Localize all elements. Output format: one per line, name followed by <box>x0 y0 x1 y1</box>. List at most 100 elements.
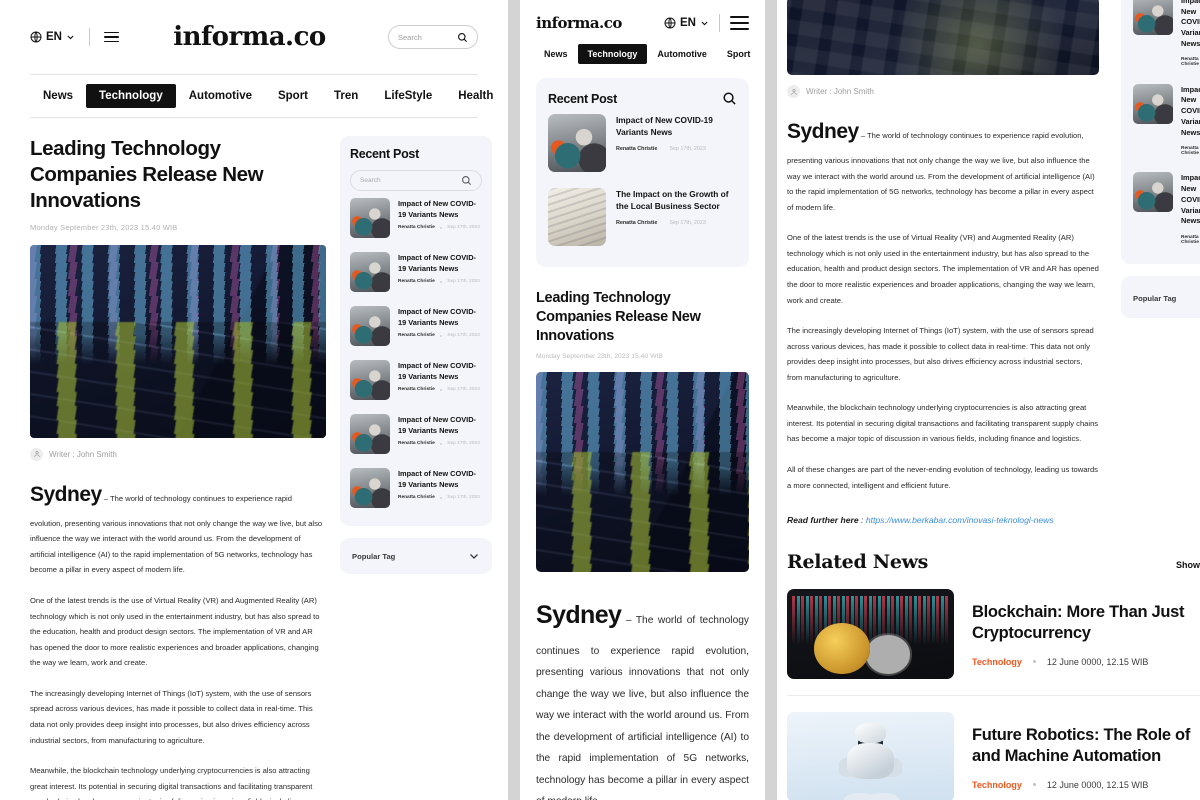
popular-tag-label: Popular Tag <box>1133 294 1177 304</box>
recent-post-author: Renatta Christie <box>1181 145 1199 156</box>
recent-post-item[interactable]: Impact of New COVID-19 Variants News Rena… <box>350 353 482 407</box>
chevron-down-icon[interactable] <box>468 550 480 562</box>
article-paragraph: All of these changes are part of the nev… <box>787 465 1098 490</box>
article-paragraph: The increasingly developing Internet of … <box>787 326 1094 382</box>
language-selector[interactable]: EN <box>664 17 709 29</box>
related-news-section: Related News Show Blockchain: More Than … <box>777 551 1200 800</box>
read-further-link[interactable]: https://www.berkabar.com/inovasi-teknolo… <box>866 515 1054 525</box>
category-nav: News Technology Automotive Sport <box>520 32 765 78</box>
recent-post-item[interactable]: Impact of New COVID-19 Variants News Rena… <box>1133 165 1200 254</box>
mobile-header: informa.co EN <box>520 0 765 32</box>
recent-post-date: Sep 17th, 2023 <box>669 219 706 226</box>
article-paragraph: One of the latest trends is the use of V… <box>30 596 320 668</box>
separator-dot <box>1032 660 1036 664</box>
nav-item-automotive[interactable]: Automotive <box>647 44 717 64</box>
recent-post-author: Renatta Christie <box>616 145 658 152</box>
related-news-category[interactable]: Technology <box>972 780 1022 790</box>
nav-item-sport[interactable]: Sport <box>717 44 761 64</box>
user-icon <box>33 451 40 458</box>
recent-post-title-text: The Impact on the Growth of the Local Bu… <box>616 189 729 212</box>
sidebar: Recent Post Search Impact of New COVID-1… <box>340 136 492 800</box>
sidebar-search-placeholder: Search <box>360 177 381 184</box>
recent-post-author: Renatta Christie <box>1181 57 1199 68</box>
recent-post-item[interactable]: Impact of New COVID-19 Variants News Rena… <box>1133 0 1200 77</box>
nav-item-health[interactable]: Health <box>445 84 506 108</box>
recent-post-item[interactable]: Impact of New COVID-19 Variants News Rena… <box>548 106 737 180</box>
recent-post-title-text: Impact of New COVID-19 Variants News <box>616 115 713 138</box>
content-columns: Writer : John Smith Sydney – The world o… <box>777 0 1200 525</box>
nav-item-tren[interactable]: Tren <box>321 84 371 108</box>
article-paragraph: Meanwhile, the blockchain technology und… <box>30 766 313 800</box>
related-news-item[interactable]: Blockchain: More Than Just Cryptocurrency… <box>787 573 1200 695</box>
mobile-viewport: informa.co EN News Technology Automotive Sp… <box>520 0 765 800</box>
recent-post-date: Sep 17th, 2023 <box>447 387 480 393</box>
menu-button[interactable] <box>730 16 749 30</box>
search-icon[interactable] <box>722 91 737 106</box>
nav-item-sport[interactable]: Sport <box>265 84 321 108</box>
related-news-title: Blockchain: More Than Just Cryptocurrency <box>972 602 1185 642</box>
recent-post-title-text: Impact of New COVID-19 Variants News <box>398 469 477 489</box>
recent-post-title-text: Impact of New COVID-19 Variants News <box>1181 84 1200 137</box>
popular-tag-card[interactable]: Popular Tag <box>340 538 492 574</box>
related-news-date: 12 June 0000, 12.15 WIB <box>1046 656 1149 667</box>
recent-post-date: Sep 17th, 2023 <box>447 225 480 231</box>
recent-post-title: Recent Post <box>548 91 617 106</box>
search-input[interactable]: Search <box>387 25 478 49</box>
show-all-button[interactable]: Show <box>1176 560 1200 570</box>
recent-post-thumbnail <box>350 306 390 346</box>
recent-post-author: Renatta Christie <box>398 333 435 339</box>
article-paragraph: One of the latest trends is the use of V… <box>787 233 1099 305</box>
separator-dot <box>439 334 443 338</box>
recent-post-author: Renatta Christie <box>398 495 435 501</box>
article-hero-image <box>536 371 749 572</box>
recent-post-author: Renatta Christie <box>398 441 435 447</box>
recent-post-item[interactable]: Impact of New COVID-19 Variants News Rena… <box>350 191 482 245</box>
recent-post-title-text: Impact of New COVID-19 Variants News <box>398 415 477 435</box>
nav-item-technology[interactable]: Technology <box>577 44 648 64</box>
nav-item-technology[interactable]: Technology <box>86 84 176 108</box>
site-logo[interactable]: informa.co <box>536 14 622 32</box>
read-further: Read further here : https://www.berkabar… <box>787 515 1054 526</box>
recent-post-thumbnail <box>350 414 390 454</box>
nav-item-food[interactable]: Food <box>506 84 508 108</box>
related-news-category[interactable]: Technology <box>972 657 1022 667</box>
dateline: Sydney <box>30 482 102 506</box>
menu-button[interactable] <box>103 31 119 43</box>
article-hero-image <box>30 244 326 438</box>
recent-post-item[interactable]: Impact of New COVID-19 Variants News Rena… <box>350 245 482 299</box>
nav-item-news[interactable]: News <box>30 84 86 108</box>
recent-post-date: Sep 17th, 2023 <box>447 333 480 339</box>
recent-post-item[interactable]: Impact of New COVID-19 Variants News Rena… <box>350 299 482 353</box>
avatar <box>787 85 800 98</box>
recent-post-title-text: Impact of New COVID-19 Variants News <box>398 307 477 327</box>
recent-post-item[interactable]: Impact of New COVID-19 Variants News Rena… <box>350 407 482 461</box>
nav-item-news[interactable]: News <box>534 44 578 64</box>
nav-item-automotive[interactable]: Automotive <box>176 84 265 108</box>
popular-tag-card[interactable]: Popular Tag <box>1121 276 1200 319</box>
related-news-title: Future Robotics: The Role of and Machine … <box>972 725 1191 765</box>
recent-post-item[interactable]: Impact of New COVID-19 Variants News Rena… <box>350 461 482 515</box>
chevron-down-icon <box>67 35 74 39</box>
related-news-date: 12 June 0000, 12.15 WIB <box>1046 779 1149 790</box>
sidebar-search-input[interactable]: Search <box>350 170 482 191</box>
nav-item-lifestyle[interactable]: LifeStyle <box>371 84 445 108</box>
site-logo[interactable]: informa.co <box>173 22 334 52</box>
recent-post-thumbnail <box>350 360 390 400</box>
byline: Writer : John Smith <box>30 447 326 461</box>
related-news-item[interactable]: Future Robotics: The Role of and Machine … <box>787 695 1200 800</box>
globe-icon <box>664 17 676 29</box>
recent-post-item[interactable]: Impact of New COVID-19 Variants News Rena… <box>1133 77 1200 166</box>
recent-post-date: Sep 17th, 2023 <box>447 441 480 447</box>
language-selector[interactable]: EN <box>30 31 75 43</box>
byline: Writer : John Smith <box>787 85 1099 98</box>
separator-dot <box>1032 783 1036 787</box>
recent-post-thumbnail <box>548 188 606 246</box>
separator-dot <box>439 280 443 284</box>
article-column: Writer : John Smith Sydney – The world o… <box>787 0 1099 525</box>
search-icon <box>458 32 467 42</box>
content-columns: Leading Technology Companies Release New… <box>0 118 508 800</box>
related-news-thumbnail <box>787 712 954 800</box>
recent-post-item[interactable]: The Impact on the Growth of the Local Bu… <box>548 180 737 254</box>
language-label: EN <box>680 17 696 29</box>
article-paragraph: Meanwhile, the blockchain technology und… <box>787 403 1099 444</box>
